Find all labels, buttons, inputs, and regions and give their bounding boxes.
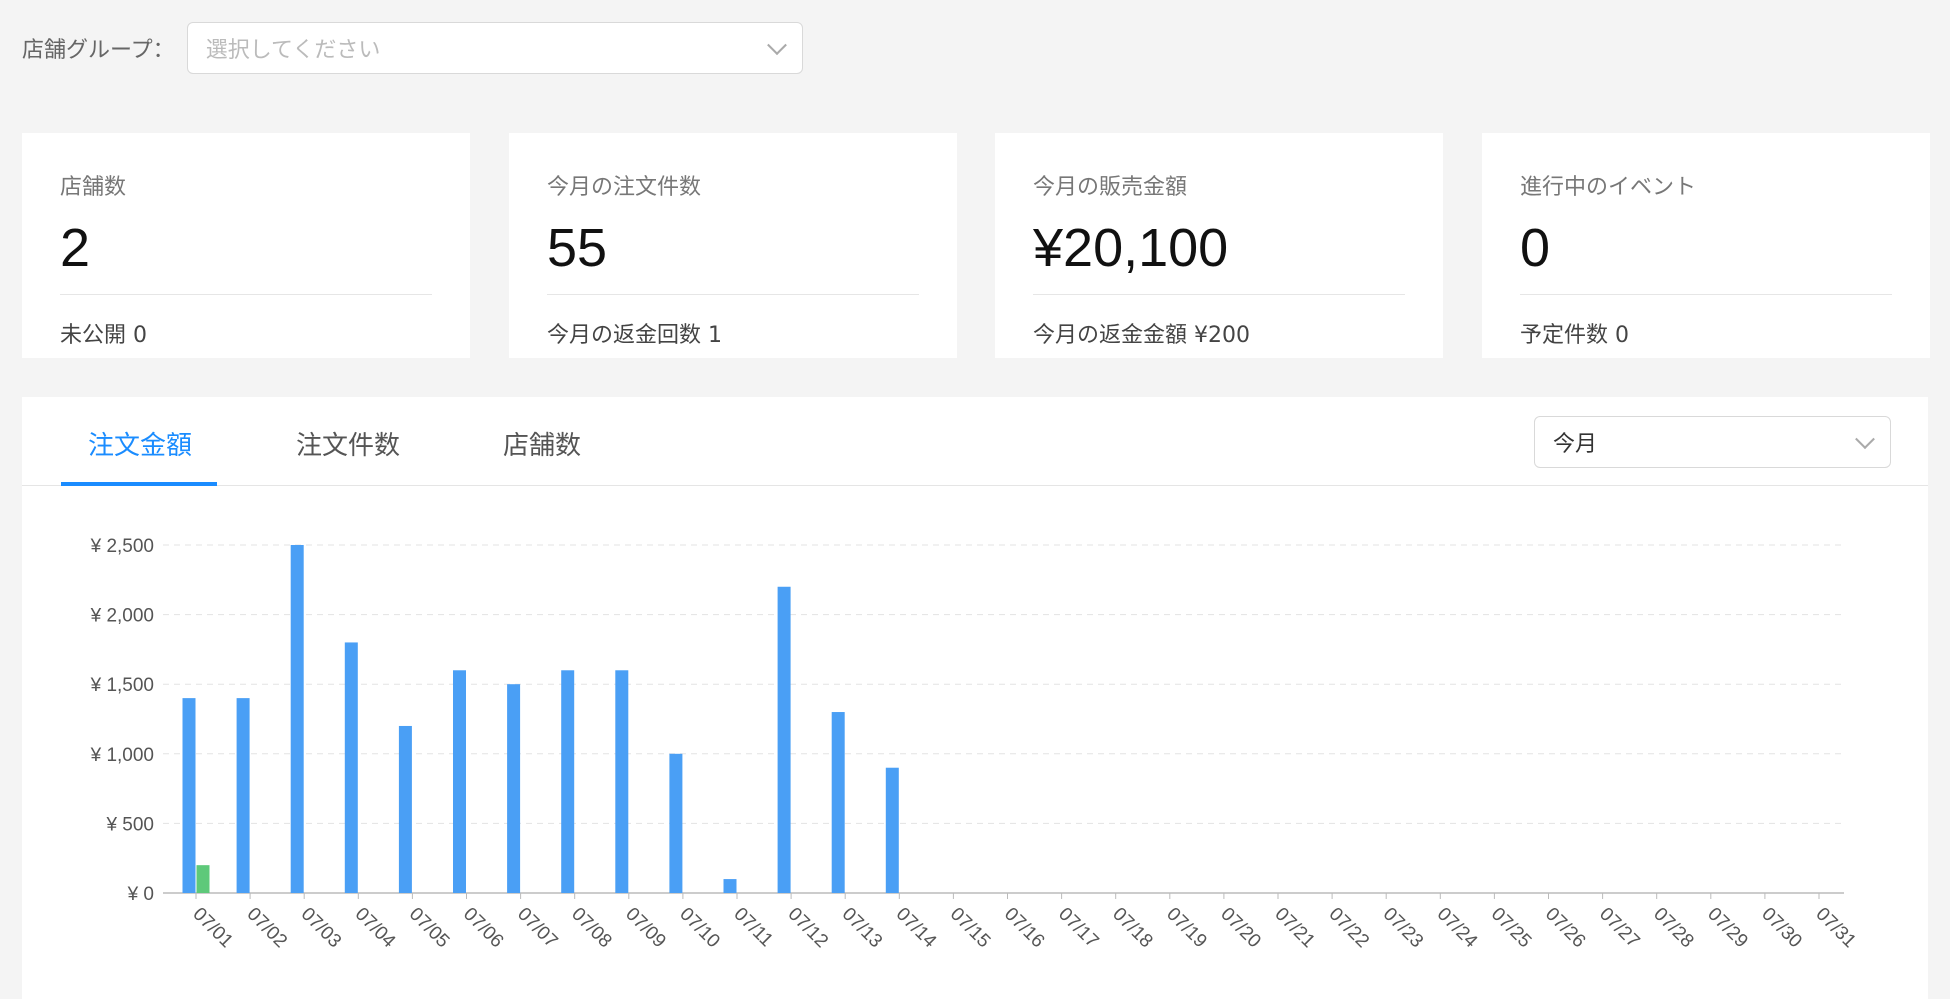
x-tick-label: 07/02 [243,904,291,952]
x-tick-label: 07/17 [1054,904,1102,952]
y-tick-label: ¥ 1,500 [90,675,154,696]
x-tick-label: 07/01 [188,904,236,952]
x-tick-label: 07/15 [946,904,994,952]
y-tick-label: ¥ 2,000 [90,606,154,627]
card-divider [1033,294,1405,295]
card-title: 今月の販売金額 [1033,175,1188,200]
x-tick-label: 07/16 [1000,904,1048,952]
x-tick-label: 07/30 [1757,904,1805,952]
x-tick-label: 07/10 [675,904,723,952]
y-tick-label: ¥ 500 [105,814,154,835]
store-group-label: 店舗グループ： [22,38,175,63]
card-subtext: 予定件数 0 [1520,323,1629,348]
x-tick-label: 07/28 [1649,904,1697,952]
card-value: 0 [1520,218,1551,278]
x-tick-label: 07/21 [1270,904,1318,952]
x-tick-label: 07/09 [621,904,669,952]
card-divider [547,294,919,295]
chart-bar [615,670,629,893]
chart-bar [723,879,737,893]
chevron-down-icon [766,35,787,56]
y-tick-label: ¥ 2,500 [90,536,154,557]
chart-bar [344,642,358,893]
x-tick-label: 07/06 [459,904,507,952]
card-title: 進行中のイベント [1520,175,1697,200]
x-tick-label: 07/25 [1487,904,1535,952]
x-tick-label: 07/27 [1595,904,1643,952]
chart-bar [182,698,196,893]
chart-bar [236,698,250,893]
stat-card-stores: 店舗数 2 未公開 0 [22,133,470,358]
x-tick-label: 07/13 [838,904,886,952]
y-tick-label: ¥ 1,000 [90,745,154,766]
chart-bar [507,684,521,893]
chart-bar [777,586,791,893]
x-tick-label: 07/20 [1216,904,1264,952]
card-value: ¥20,100 [1033,218,1229,278]
x-tick-label: 07/05 [405,904,453,952]
chart-bar [831,712,845,893]
stat-card-orders: 今月の注文件数 55 今月の返金回数 1 [509,133,957,358]
chart-panel: 注文金額 注文件数 店舗数 今月 ¥ 0 ¥ 500 ¥ 1,000 ¥ 1,500 ¥… [22,397,1928,999]
x-tick-label: 07/04 [351,904,400,953]
x-tick-label: 07/14 [892,904,941,953]
card-value: 55 [547,218,608,278]
x-tick-label: 07/11 [729,904,776,951]
store-group-select[interactable]: 選択してください [186,22,803,74]
chart-bar [453,670,466,893]
order-amount-bar-chart: ¥ 0 ¥ 500 ¥ 1,000 ¥ 1,500 ¥ 2,000 ¥ 2,500 07/0… [90,536,1860,953]
x-tick-label: 07/22 [1325,904,1373,952]
y-tick-label: ¥ 0 [127,884,154,905]
x-tick-label: 07/23 [1379,904,1427,952]
x-tick-label: 07/12 [784,904,832,952]
store-group-placeholder: 選択してください [205,38,381,63]
store-group-filter: 店舗グループ： 選択してください [22,22,803,74]
chart-bar [196,865,210,893]
x-tick-label: 07/31 [1811,904,1859,952]
chart-bar [290,545,304,893]
chart-bar [669,753,683,893]
stat-card-events: 進行中のイベント 0 予定件数 0 [1482,133,1930,358]
card-value: 2 [60,218,91,278]
x-tick-label: 07/26 [1541,904,1589,952]
chart-bar [561,670,575,893]
stat-card-sales: 今月の販売金額 ¥20,100 今月の返金金額 ¥200 [995,133,1443,358]
x-tick-label: 07/19 [1162,904,1210,952]
chart-bar [885,767,899,893]
card-divider [1520,294,1892,295]
card-title: 店舗数 [60,175,127,200]
x-tick-label: 07/03 [297,904,345,952]
x-tick-label: 07/24 [1433,904,1482,953]
x-tick-label: 07/29 [1703,904,1751,952]
card-subtext: 未公開 0 [60,323,147,348]
card-divider [60,294,432,295]
x-tick-label: 07/08 [567,904,615,952]
card-subtext: 今月の返金回数 1 [547,323,722,348]
card-title: 今月の注文件数 [547,175,702,200]
x-tick-label: 07/18 [1108,904,1156,952]
chart-bar [398,725,412,893]
card-subtext: 今月の返金金額 ¥200 [1033,323,1250,348]
x-tick-label: 07/07 [513,904,561,952]
